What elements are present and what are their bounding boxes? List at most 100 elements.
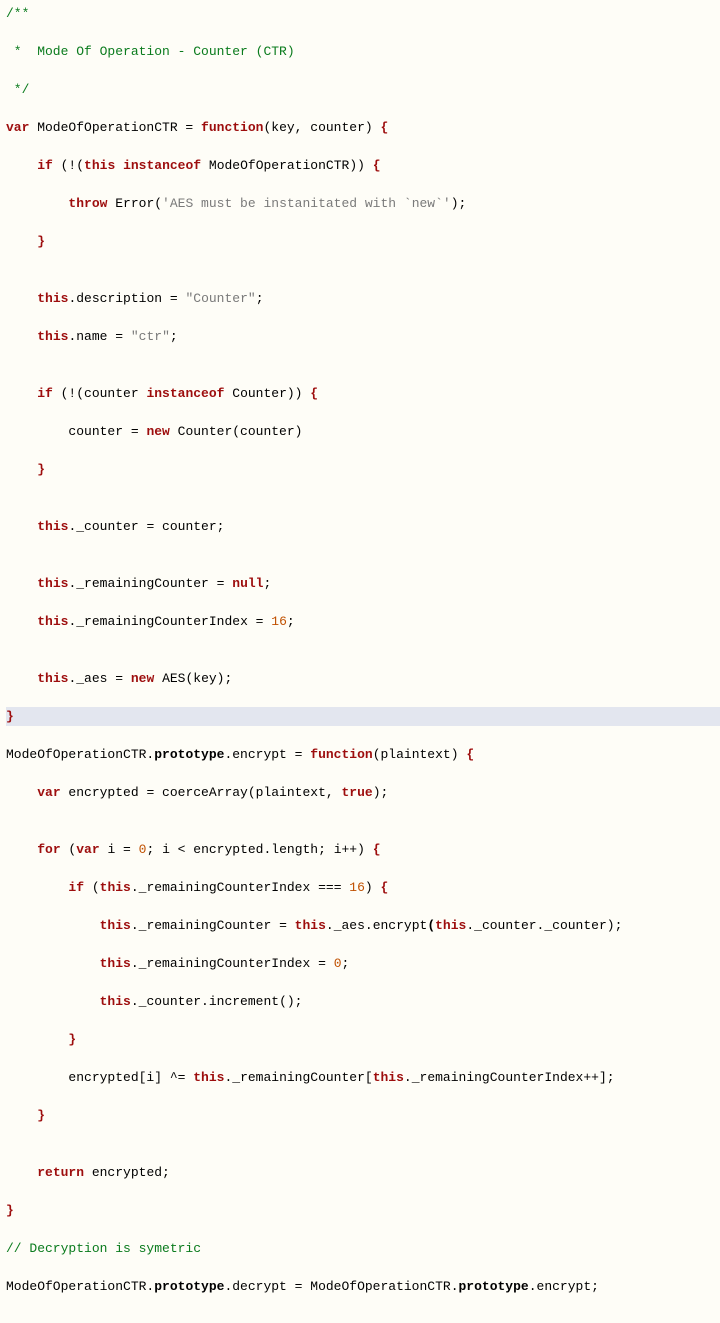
kw-if: if [37, 158, 53, 173]
brace: } [37, 462, 45, 477]
brace: } [6, 709, 14, 724]
kw-this: this [100, 880, 131, 895]
text: .decrypt = ModeOfOperationCTR. [224, 1279, 458, 1294]
number: 16 [349, 880, 365, 895]
brace: { [381, 880, 389, 895]
text: Counter)) [224, 386, 310, 401]
kw-if: if [68, 880, 84, 895]
brace: } [37, 234, 45, 249]
text: ._remainingCounter = [131, 918, 295, 933]
text: ; [263, 576, 271, 591]
kw-prototype: prototype [154, 1279, 224, 1294]
kw-throw: throw [68, 196, 107, 211]
kw-instanceof: instanceof [123, 158, 201, 173]
text: .description = [68, 291, 185, 306]
text: ._aes = [68, 671, 130, 686]
kw-null: null [232, 576, 263, 591]
kw-prototype: prototype [459, 1279, 529, 1294]
text: ) [365, 880, 381, 895]
text: ; [170, 329, 178, 344]
brace: { [310, 386, 318, 401]
kw-this: this [100, 994, 131, 1009]
string: "ctr" [131, 329, 170, 344]
text: Counter(counter) [170, 424, 303, 439]
text: ModeOfOperationCTR. [6, 1279, 154, 1294]
text: counter = [68, 424, 146, 439]
kw-this: this [193, 1070, 224, 1085]
kw-this: this [373, 1070, 404, 1085]
text: ( [427, 918, 435, 933]
text: ._counter.increment(); [131, 994, 303, 1009]
text: ModeOfOperationCTR)) [201, 158, 373, 173]
kw-this: this [37, 329, 68, 344]
text: ; [256, 291, 264, 306]
text: .name = [68, 329, 130, 344]
text: encrypted = coerceArray(plaintext, [61, 785, 342, 800]
text: ._aes.encrypt [326, 918, 427, 933]
kw-return: return [37, 1165, 84, 1180]
text: ( [61, 842, 77, 857]
kw-this: this [295, 918, 326, 933]
kw-this: this [37, 614, 68, 629]
text: .encrypt; [529, 1279, 599, 1294]
kw-for: for [37, 842, 60, 857]
kw-this: this [100, 956, 131, 971]
brace: { [373, 158, 381, 173]
number: 16 [271, 614, 287, 629]
text: ); [373, 785, 389, 800]
text: ._remainingCounterIndex = [131, 956, 334, 971]
string: "Counter" [185, 291, 255, 306]
text: ; [342, 956, 350, 971]
text: ._remainingCounter[ [224, 1070, 372, 1085]
kw-var: var [76, 842, 99, 857]
text: ._remainingCounterIndex = [68, 614, 271, 629]
comment-close: */ [6, 82, 29, 97]
brace: } [37, 1108, 45, 1123]
text: ( [84, 880, 100, 895]
kw-this: this [84, 158, 115, 173]
text: ._remainingCounter = [68, 576, 232, 591]
text: ; i < encrypted.length; i++) [146, 842, 372, 857]
brace: { [373, 842, 381, 857]
text: (!(counter [53, 386, 147, 401]
brace: } [68, 1032, 76, 1047]
kw-true: true [341, 785, 372, 800]
text: encrypted; [84, 1165, 170, 1180]
kw-new: new [146, 424, 169, 439]
comment-body: * Mode Of Operation - Counter (CTR) [6, 44, 295, 59]
text: ._remainingCounterIndex++]; [404, 1070, 615, 1085]
string: 'AES must be instanitated with `new`' [162, 196, 451, 211]
number: 0 [139, 842, 147, 857]
kw-instanceof: instanceof [146, 386, 224, 401]
text: Error( [107, 196, 162, 211]
text: (!( [53, 158, 84, 173]
kw-new: new [131, 671, 154, 686]
code-block: /** * Mode Of Operation - Counter (CTR) … [0, 0, 720, 1323]
kw-this: this [435, 918, 466, 933]
comment-line: // Decryption is symetric [6, 1241, 201, 1256]
text: ._remainingCounterIndex === [131, 880, 349, 895]
text: AES(key); [154, 671, 232, 686]
comment-open: /** [6, 6, 29, 21]
text: encrypted[i] ^= [68, 1070, 193, 1085]
number: 0 [334, 956, 342, 971]
text: ; [287, 614, 295, 629]
text: ._counter = counter; [68, 519, 224, 534]
kw-if: if [37, 386, 53, 401]
kw-this: this [37, 291, 68, 306]
text: ); [451, 196, 467, 211]
text: ModeOfOperationCTR = [29, 120, 201, 135]
brace: { [381, 120, 389, 135]
kw-this: this [37, 576, 68, 591]
kw-var: var [37, 785, 60, 800]
text [115, 158, 123, 173]
text: i = [100, 842, 139, 857]
kw-this: this [37, 671, 68, 686]
kw-this: this [37, 519, 68, 534]
kw-function: function [201, 120, 263, 135]
text: ._counter._counter); [466, 918, 622, 933]
brace: } [6, 1203, 14, 1218]
kw-var: var [6, 120, 29, 135]
text: (key, counter) [263, 120, 380, 135]
kw-this: this [100, 918, 131, 933]
